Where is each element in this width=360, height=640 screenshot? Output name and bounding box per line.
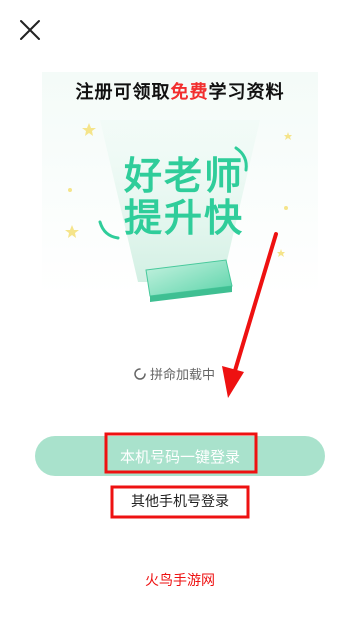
close-icon bbox=[20, 20, 40, 40]
loading-text: 拼命加载中 bbox=[150, 368, 216, 383]
one-click-login-label: 本机号码一键登录 bbox=[119, 447, 240, 466]
slogan-line-1: 好老师 bbox=[124, 154, 245, 198]
other-phone-login-label: 其他手机号登录 bbox=[131, 494, 229, 510]
promo-title-suffix: 学习资料 bbox=[208, 82, 285, 103]
spinner-icon bbox=[134, 367, 146, 380]
watermark-text: 火鸟手游网 bbox=[145, 573, 215, 589]
promo-title-highlight: 免费 bbox=[170, 82, 209, 103]
close-button[interactable] bbox=[18, 18, 42, 42]
promo-title-prefix: 注册可领取 bbox=[75, 82, 171, 103]
loading-indicator: 拼命加载中 bbox=[134, 364, 215, 383]
promo-title: 注册可领取免费学习资料 bbox=[0, 78, 360, 104]
slogan-line-2: 提升快 bbox=[124, 196, 245, 240]
other-phone-login-button[interactable]: 其他手机号登录 bbox=[116, 488, 244, 514]
one-click-login-button[interactable]: 本机号码一键登录 bbox=[35, 436, 325, 476]
